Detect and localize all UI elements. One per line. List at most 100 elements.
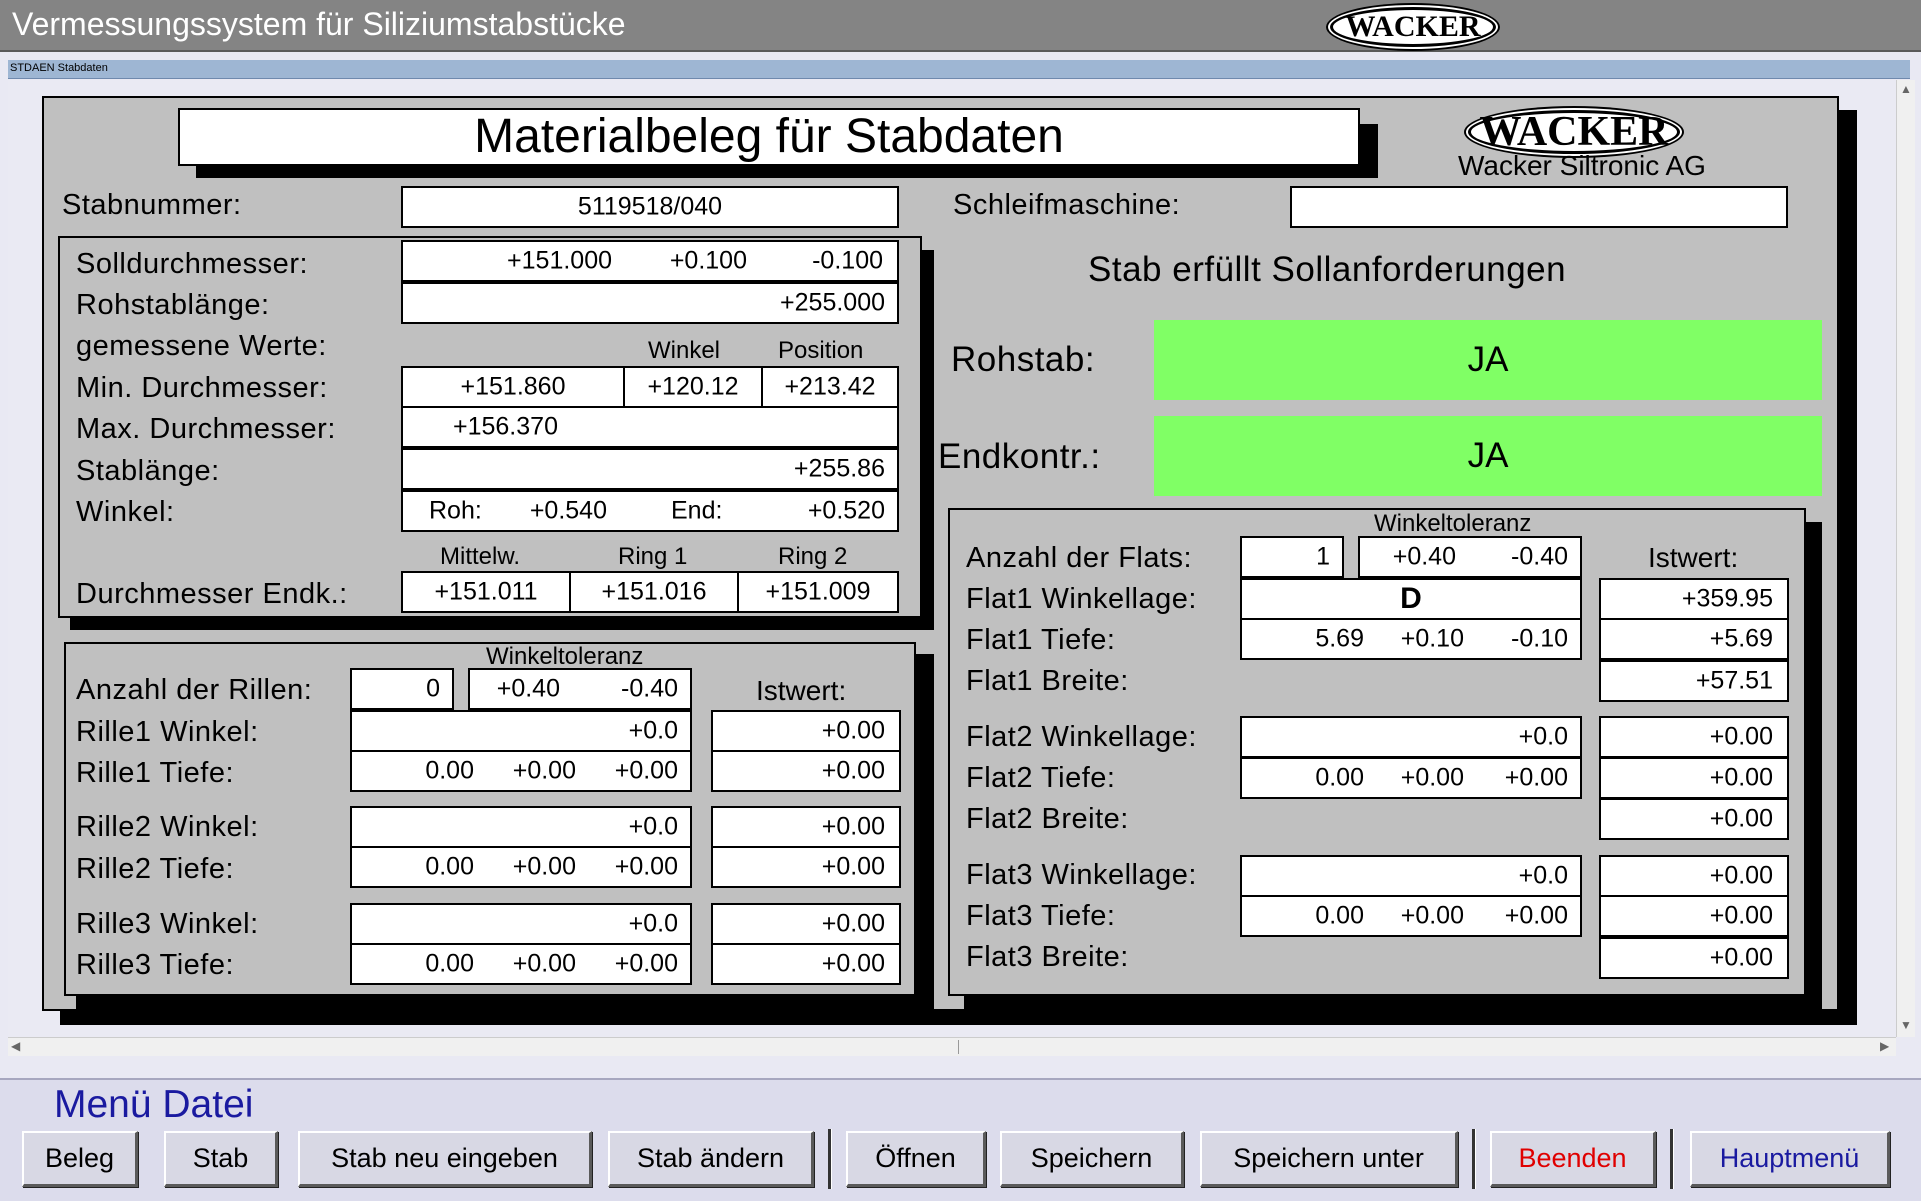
page-title: Materialbeleg für Stabdaten <box>178 108 1360 166</box>
endkontr-status-indicator: JA <box>1154 416 1822 496</box>
winkel-field[interactable]: Roh: +0.540 End: +0.520 <box>401 490 899 532</box>
scroll-up-icon[interactable]: ▲ <box>1900 82 1912 96</box>
rille1-winkel-field[interactable]: +0.0 <box>350 710 692 752</box>
speichern-unter-button[interactable]: Speichern unter <box>1200 1131 1458 1187</box>
flat1-tiefe-istwert[interactable]: +5.69 <box>1599 618 1789 660</box>
stab-neu-eingeben-button[interactable]: Stab neu eingeben <box>298 1131 592 1187</box>
menu-separator <box>1472 1129 1476 1189</box>
rille1-tiefe-label: Rille1 Tiefe: <box>76 757 235 789</box>
ring1-header: Ring 1 <box>618 543 688 570</box>
anzahl-rillen-label: Anzahl der Rillen: <box>76 674 313 706</box>
rohstablaenge-label: Rohstablänge: <box>76 289 270 321</box>
wacker-logo: WACKER <box>1468 110 1680 154</box>
max-durchmesser-field[interactable]: +156.370 <box>401 406 899 448</box>
rille2-tiefe-istwert[interactable]: +0.00 <box>711 846 901 888</box>
flat1-tiefe-field[interactable]: 5.69 +0.10 -0.10 <box>1240 618 1582 660</box>
flats-toleranz-field[interactable]: +0.40 -0.40 <box>1358 536 1582 578</box>
flat1-winkellage-label: Flat1 Winkellage: <box>966 583 1197 615</box>
rohstablaenge-field[interactable]: +255.000 <box>401 282 899 324</box>
rille1-tiefe-istwert[interactable]: +0.00 <box>711 750 901 792</box>
rille2-tiefe-field[interactable]: 0.00 +0.00 +0.00 <box>350 846 692 888</box>
menu-title: Menü Datei <box>54 1083 254 1126</box>
flat1-breite-istwert[interactable]: +57.51 <box>1599 660 1789 702</box>
rillen-istwert-header: Istwert: <box>756 675 847 706</box>
flat2-tiefe-istwert[interactable]: +0.00 <box>1599 757 1789 799</box>
flat3-breite-istwert[interactable]: +0.00 <box>1599 937 1789 979</box>
winkel-label: Winkel: <box>76 496 175 528</box>
speichern-button[interactable]: Speichern <box>1000 1131 1184 1187</box>
min-durchmesser-field[interactable]: +151.860 <box>401 366 625 408</box>
endk-ring2-field[interactable]: +151.009 <box>737 571 899 613</box>
rille3-winkel-istwert[interactable]: +0.00 <box>711 903 901 945</box>
flat2-winkellage-field[interactable]: +0.0 <box>1240 716 1582 758</box>
scroll-left-icon[interactable]: ◀ <box>11 1039 20 1053</box>
rille1-winkel-label: Rille1 Winkel: <box>76 716 259 748</box>
hauptmenu-button[interactable]: Hauptmenü <box>1690 1131 1890 1187</box>
stab-aendern-button[interactable]: Stab ändern <box>608 1131 814 1187</box>
menu-separator <box>1670 1129 1674 1189</box>
max-durchmesser-label: Max. Durchmesser: <box>76 413 336 445</box>
flat2-winkellage-istwert[interactable]: +0.00 <box>1599 716 1789 758</box>
flat1-winkellage-field[interactable]: D <box>1240 578 1582 620</box>
flat2-winkellage-label: Flat2 Winkellage: <box>966 721 1197 753</box>
schleifmaschine-label: Schleifmaschine: <box>953 189 1181 221</box>
position-header: Position <box>778 337 864 364</box>
beleg-button[interactable]: Beleg <box>22 1131 138 1187</box>
min-durchmesser-label: Min. Durchmesser: <box>76 372 328 404</box>
flat2-tiefe-field[interactable]: 0.00 +0.00 +0.00 <box>1240 757 1582 799</box>
rohstab-label: Rohstab: <box>951 340 1096 379</box>
rille2-winkel-label: Rille2 Winkel: <box>76 811 259 843</box>
subwindow-title-bar <box>8 60 1910 79</box>
rille3-tiefe-istwert[interactable]: +0.00 <box>711 943 901 985</box>
rille3-tiefe-field[interactable]: 0.00 +0.00 +0.00 <box>350 943 692 985</box>
endk-mittelwert-field[interactable]: +151.011 <box>401 571 571 613</box>
anzahl-flats-field[interactable]: 1 <box>1240 536 1344 578</box>
flat1-winkellage-istwert[interactable]: +359.95 <box>1599 578 1789 620</box>
rillen-toleranz-field[interactable]: +0.40 -0.40 <box>468 668 692 710</box>
oeffnen-button[interactable]: Öffnen <box>846 1131 986 1187</box>
company-name: Wacker Siltronic AG <box>1458 150 1706 181</box>
scroll-thumb[interactable] <box>958 1040 959 1054</box>
stablaenge-field[interactable]: +255.86 <box>401 448 899 490</box>
rohstab-status-indicator: JA <box>1154 320 1822 400</box>
schleifmaschine-field[interactable] <box>1290 186 1788 228</box>
rille1-tiefe-field[interactable]: 0.00 +0.00 +0.00 <box>350 750 692 792</box>
flat1-tiefe-label: Flat1 Tiefe: <box>966 624 1116 656</box>
anzahl-flats-label: Anzahl der Flats: <box>966 542 1193 574</box>
rillen-winkeltoleranz-header: Winkeltoleranz <box>486 643 644 670</box>
winkel-header: Winkel <box>648 337 721 364</box>
horizontal-scrollbar[interactable]: ◀ ▶ <box>8 1037 1896 1056</box>
vertical-scrollbar[interactable]: ▲ ▼ <box>1896 80 1915 1037</box>
anzahl-rillen-field[interactable]: 0 <box>350 668 454 710</box>
flat3-winkellage-istwert[interactable]: +0.00 <box>1599 855 1789 897</box>
status-text: Stab erfüllt Sollanforderungen <box>1088 250 1567 289</box>
beenden-button[interactable]: Beenden <box>1490 1131 1656 1187</box>
mittelwert-header: Mittelw. <box>440 543 521 570</box>
scroll-right-icon[interactable]: ▶ <box>1880 1039 1889 1053</box>
rille2-winkel-istwert[interactable]: +0.00 <box>711 806 901 848</box>
flat3-tiefe-label: Flat3 Tiefe: <box>966 900 1116 932</box>
rille1-winkel-istwert[interactable]: +0.00 <box>711 710 901 752</box>
scroll-down-icon[interactable]: ▼ <box>1900 1018 1912 1032</box>
min-position-field[interactable]: +213.42 <box>761 366 899 408</box>
solldurchmesser-field[interactable]: +151.000 +0.100 -0.100 <box>401 240 899 282</box>
flats-winkeltoleranz-header: Winkeltoleranz <box>1374 510 1532 537</box>
subwindow-title: STDAEN Stabdaten <box>10 62 108 74</box>
rille2-winkel-field[interactable]: +0.0 <box>350 806 692 848</box>
durchmesser-endk-label: Durchmesser Endk.: <box>76 578 348 610</box>
flat3-winkellage-field[interactable]: +0.0 <box>1240 855 1582 897</box>
endk-ring1-field[interactable]: +151.016 <box>569 571 739 613</box>
stab-button[interactable]: Stab <box>164 1131 278 1187</box>
flat3-winkellage-label: Flat3 Winkellage: <box>966 859 1197 891</box>
flat2-breite-istwert[interactable]: +0.00 <box>1599 798 1789 840</box>
gemessene-werte-label: gemessene Werte: <box>76 330 327 362</box>
stabnummer-field[interactable]: 5119518/040 <box>401 186 899 228</box>
min-winkel-field[interactable]: +120.12 <box>623 366 763 408</box>
flat3-tiefe-istwert[interactable]: +0.00 <box>1599 895 1789 937</box>
rille3-winkel-label: Rille3 Winkel: <box>76 908 259 940</box>
solldurchmesser-label: Solldurchmesser: <box>76 248 309 280</box>
rille3-winkel-field[interactable]: +0.0 <box>350 903 692 945</box>
rille3-tiefe-label: Rille3 Tiefe: <box>76 949 235 981</box>
flat3-tiefe-field[interactable]: 0.00 +0.00 +0.00 <box>1240 895 1582 937</box>
flats-istwert-header: Istwert: <box>1648 542 1739 573</box>
